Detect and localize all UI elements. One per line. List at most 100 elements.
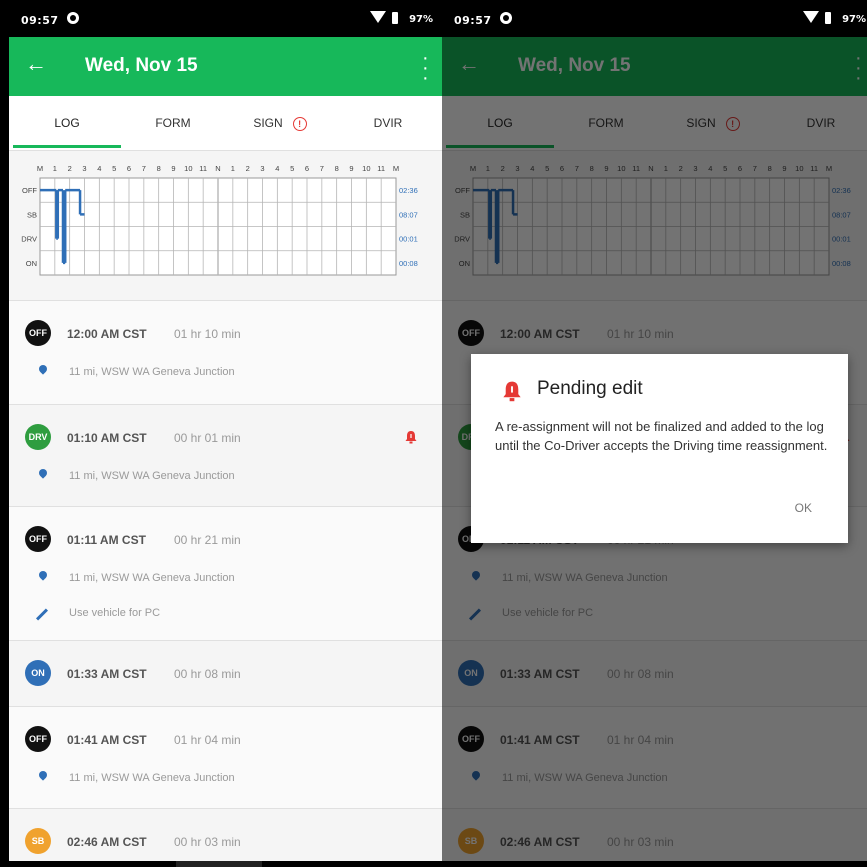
log-entry[interactable]: ON 01:33 AM CST 00 hr 08 min bbox=[9, 640, 442, 707]
graph-row-total: 08:07 bbox=[399, 210, 418, 219]
map-pin-icon bbox=[37, 467, 49, 479]
dialog-title: Pending edit bbox=[537, 378, 643, 399]
status-bar: 09:57 97% bbox=[442, 0, 867, 37]
wifi-icon bbox=[370, 11, 386, 23]
log-entry[interactable]: DRV 01:10 AM CST 00 hr 01 min 11 mi, WSW WA… bbox=[9, 404, 442, 507]
tab-log[interactable]: LOG bbox=[13, 96, 121, 150]
graph-hour-label: 10 bbox=[362, 164, 370, 173]
pencil-icon bbox=[35, 608, 49, 621]
tab-label: DVIR bbox=[373, 116, 403, 130]
graph-hour-label: 6 bbox=[127, 164, 131, 173]
duty-status-badge: DRV bbox=[25, 424, 51, 450]
log-entry[interactable]: OFF 12:00 AM CST 01 hr 10 min 11 mi, WSW WA… bbox=[9, 300, 442, 405]
duty-status-graph: M 1 2 3 4 5 6 7 8 9 10 11 N 1 2 3 4 5 6 7 8 9 10 11 M OFF 02:36 SB 0… bbox=[9, 150, 442, 301]
entry-time: 01:10 AM CST bbox=[67, 431, 147, 445]
entry-time: 01:11 AM CST bbox=[67, 533, 146, 547]
graph-hour-label: 7 bbox=[320, 164, 324, 173]
graph-hour-label: 1 bbox=[231, 164, 235, 173]
entry-duration: 00 hr 08 min bbox=[174, 667, 241, 681]
app-notification-icon bbox=[67, 12, 79, 24]
duty-status-badge: OFF bbox=[25, 726, 51, 752]
graph-row-label: ON bbox=[26, 259, 37, 268]
graph-hour-label: 7 bbox=[142, 164, 146, 173]
pending-edit-dialog: Pending edit A re-assignment will not be … bbox=[471, 354, 848, 543]
entry-note: Use vehicle for PC bbox=[69, 607, 161, 619]
graph-hour-label: 3 bbox=[82, 164, 86, 173]
tab-label: LOG bbox=[54, 116, 80, 130]
alarm-bell-icon bbox=[503, 381, 521, 402]
alarm-bell-icon[interactable] bbox=[404, 430, 418, 444]
graph-row-total: 02:36 bbox=[399, 186, 418, 195]
graph-hour-label: 4 bbox=[97, 164, 101, 173]
tab-form[interactable]: FORM bbox=[119, 96, 227, 150]
entry-location: 11 mi, WSW WA Geneva Junction bbox=[69, 572, 235, 584]
duty-graph-svg: M 1 2 3 4 5 6 7 8 9 10 11 N 1 2 3 4 5 6 7 8 9 10 11 M OFF 02:36 SB 0… bbox=[21, 164, 418, 276]
entry-location: 11 mi, WSW WA Geneva Junction bbox=[69, 772, 235, 784]
graph-hour-label: 3 bbox=[260, 164, 264, 173]
graph-hour-label: M bbox=[393, 164, 399, 173]
tab-indicator bbox=[13, 145, 121, 148]
graph-hour-label: 8 bbox=[335, 164, 339, 173]
app-bar: ← Wed, Nov 15 ··· bbox=[9, 37, 442, 96]
graph-hour-label: 4 bbox=[275, 164, 279, 173]
tab-dvir[interactable]: DVIR bbox=[334, 96, 442, 150]
tab-sign[interactable]: SIGN! bbox=[226, 96, 334, 150]
battery-level: 97% bbox=[842, 14, 866, 25]
graph-hour-label: 2 bbox=[68, 164, 72, 173]
entry-duration: 00 hr 01 min bbox=[174, 431, 241, 445]
status-time: 09:57 bbox=[454, 14, 492, 27]
entry-duration: 01 hr 04 min bbox=[174, 733, 241, 747]
entry-duration: 00 hr 03 min bbox=[174, 835, 241, 849]
graph-hour-label: 9 bbox=[349, 164, 353, 173]
status-bar: 09:57 97% bbox=[9, 0, 442, 37]
duty-status-badge: ON bbox=[25, 660, 51, 686]
entry-time: 12:00 AM CST bbox=[67, 327, 147, 341]
tab-bar: LOG FORM SIGN! DVIR bbox=[9, 96, 442, 150]
graph-hour-label: 5 bbox=[290, 164, 294, 173]
map-pin-icon bbox=[37, 769, 49, 781]
duty-status-badge: OFF bbox=[25, 526, 51, 552]
graph-hour-label: 9 bbox=[171, 164, 175, 173]
alert-circle-icon: ! bbox=[292, 117, 307, 131]
log-entry[interactable]: SB 02:46 AM CST 00 hr 03 min bbox=[9, 808, 442, 861]
entry-time: 01:33 AM CST bbox=[67, 667, 147, 681]
app-notification-icon bbox=[500, 12, 512, 24]
status-time: 09:57 bbox=[21, 14, 59, 27]
graph-hour-label: 6 bbox=[305, 164, 309, 173]
wifi-icon bbox=[803, 11, 819, 23]
graph-row-total: 00:01 bbox=[399, 235, 418, 244]
graph-hour-label: M bbox=[37, 164, 43, 173]
graph-hour-label: N bbox=[215, 164, 220, 173]
entry-location: 11 mi, WSW WA Geneva Junction bbox=[69, 366, 235, 378]
graph-row-label: OFF bbox=[22, 186, 37, 195]
graph-row-total: 00:08 bbox=[399, 259, 418, 268]
entry-duration: 00 hr 21 min bbox=[174, 533, 241, 547]
map-pin-icon bbox=[37, 569, 49, 581]
dialog-message: A re-assignment will not be finalized an… bbox=[495, 419, 828, 453]
entry-time: 02:46 AM CST bbox=[67, 835, 147, 849]
battery-icon bbox=[825, 12, 831, 24]
graph-hour-label: 5 bbox=[112, 164, 116, 173]
entry-duration: 01 hr 10 min bbox=[174, 327, 241, 341]
graph-hour-label: 11 bbox=[377, 164, 385, 173]
graph-row-label: DRV bbox=[21, 235, 37, 244]
log-screen-with-dialog: 09:5797%←Wed, Nov 15···LOGFORMSIGN!DVIRM… bbox=[442, 0, 867, 861]
graph-hour-label: 2 bbox=[246, 164, 250, 173]
log-entry[interactable]: OFF 01:11 AM CST 00 hr 21 min 11 mi, WSW WA… bbox=[9, 506, 442, 641]
entry-location: 11 mi, WSW WA Geneva Junction bbox=[69, 470, 235, 482]
graph-hour-label: 8 bbox=[157, 164, 161, 173]
tab-label: FORM bbox=[155, 116, 191, 130]
graph-hour-label: 10 bbox=[184, 164, 192, 173]
page-title: Wed, Nov 15 bbox=[85, 55, 198, 76]
duty-status-badge: SB bbox=[25, 828, 51, 854]
graph-row-label: SB bbox=[27, 210, 37, 219]
log-entry[interactable]: OFF 01:41 AM CST 01 hr 04 min 11 mi, WSW WA… bbox=[9, 706, 442, 809]
battery-level: 97% bbox=[409, 14, 433, 25]
tab-label: SIGN bbox=[253, 116, 283, 130]
entry-time: 01:41 AM CST bbox=[67, 733, 147, 747]
map-pin-icon bbox=[37, 363, 49, 375]
graph-hour-label: 1 bbox=[53, 164, 57, 173]
more-vert-icon[interactable]: ··· bbox=[422, 48, 429, 88]
arrow-left-icon[interactable]: ← bbox=[25, 51, 47, 77]
ok-button[interactable]: OK bbox=[795, 501, 812, 515]
